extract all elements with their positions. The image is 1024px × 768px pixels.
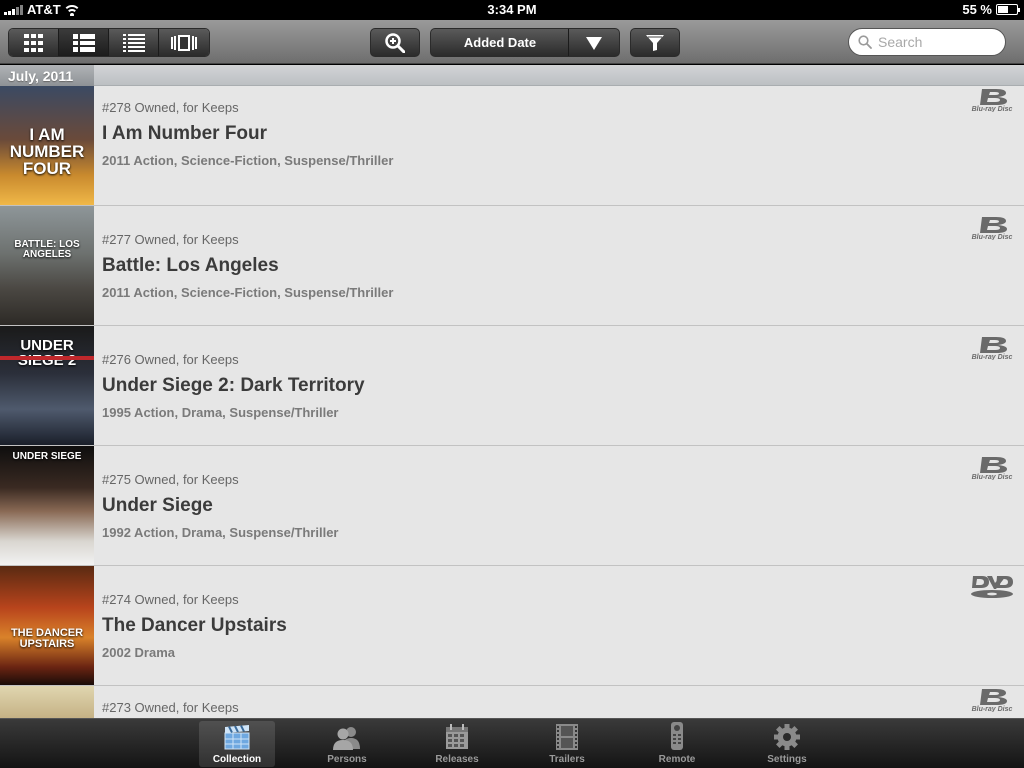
remote-icon <box>671 722 683 750</box>
battery-icon <box>996 4 1020 15</box>
compact-list-icon <box>122 33 145 52</box>
movie-cover: UNDER SIEGE 2 <box>0 326 94 445</box>
cover-title: UNDER SIEGE <box>12 451 82 462</box>
section-header: July, 2011 <box>0 65 1024 86</box>
movie-list[interactable]: July, 2011 I AM NUMBER FOUR #278 Owned, … <box>0 65 1024 718</box>
blu-ray-disc-icon: Blu-ray Disc <box>972 457 1013 480</box>
movie-meta: 2011 Action, Science-Fiction, Suspense/T… <box>102 285 394 300</box>
detail-list-icon <box>72 33 95 52</box>
movie-meta: 2002 Drama <box>102 645 175 660</box>
battery-level <box>998 6 1008 13</box>
calendar-icon <box>446 724 468 749</box>
filter-funnel-icon <box>646 34 664 51</box>
tab-settings[interactable]: Settings <box>749 721 825 767</box>
sort-field-label: Added Date <box>463 35 537 50</box>
cover-title: UNDER SIEGE 2 <box>17 337 77 369</box>
movie-title: Battle: Los Angeles <box>102 255 279 276</box>
sort-divider <box>568 29 569 56</box>
toolbar: Added Date <box>0 20 1024 64</box>
cover-flow-icon <box>171 34 197 51</box>
cover-stripe <box>0 356 94 360</box>
tab-remote[interactable]: Remote <box>639 721 715 767</box>
movie-number-status: #277 Owned, for Keeps <box>102 232 239 247</box>
search-field[interactable] <box>848 28 1006 56</box>
persons-icon <box>333 727 360 750</box>
status-bar: AT&T 3:34 PM 55 % <box>0 0 1024 20</box>
list-item[interactable]: THE DANCER UPSTAIRS #274 Owned, for Keep… <box>0 566 1024 686</box>
cover-title: THE DANCER UPSTAIRS <box>10 627 84 650</box>
list-item[interactable]: UNDER SIEGE 2 #276 Owned, for Keeps Unde… <box>0 326 1024 446</box>
list-item[interactable]: #273 Owned, for Keeps Blu-ray Disc <box>0 686 1024 718</box>
movie-title: The Dancer Upstairs <box>102 615 287 636</box>
movie-number-status: #278 Owned, for Keeps <box>102 100 239 115</box>
filter-button[interactable] <box>630 28 680 57</box>
grid-large-view-button[interactable] <box>9 29 59 56</box>
tab-label: Trailers <box>549 754 585 765</box>
sort-field-button[interactable]: Added Date <box>430 28 620 57</box>
search-icon <box>858 35 872 49</box>
movie-cover: BATTLE: LOS ANGELES <box>0 206 94 325</box>
svg-text:Blu-ray Disc: Blu-ray Disc <box>972 106 1013 112</box>
movie-cover: I AM NUMBER FOUR <box>0 86 94 205</box>
film-strip-icon <box>556 724 578 750</box>
movie-cover: THE DANCER UPSTAIRS <box>0 566 94 685</box>
search-input[interactable] <box>878 34 998 50</box>
movie-number-status: #273 Owned, for Keeps <box>102 700 239 715</box>
blu-ray-disc-icon: Blu-ray Disc <box>972 689 1013 712</box>
movie-title: I Am Number Four <box>102 123 268 144</box>
blu-ray-disc-icon: Blu-ray Disc <box>972 89 1013 112</box>
tab-releases[interactable]: Releases <box>419 721 495 767</box>
gear-icon <box>774 724 800 750</box>
movie-title: Under Siege <box>102 495 213 516</box>
list-item[interactable]: I AM NUMBER FOUR #278 Owned, for Keeps I… <box>0 86 1024 206</box>
tab-label: Persons <box>327 754 367 765</box>
tab-label: Settings <box>767 754 807 765</box>
list-item[interactable]: UNDER SIEGE #275 Owned, for Keeps Under … <box>0 446 1024 566</box>
list-item[interactable]: BATTLE: LOS ANGELES #277 Owned, for Keep… <box>0 206 1024 326</box>
zoom-button[interactable] <box>370 28 420 57</box>
movie-title: Under Siege 2: Dark Territory <box>102 375 365 396</box>
list-detail-view-button[interactable] <box>59 29 109 56</box>
zoom-in-icon <box>385 32 405 53</box>
cover-title: I AM NUMBER FOUR <box>9 125 85 178</box>
tab-collection[interactable]: Collection <box>199 721 275 767</box>
svg-text:Blu-ray Disc: Blu-ray Disc <box>972 354 1013 360</box>
battery-percent: 55 % <box>962 2 992 17</box>
cover-flow-view-button[interactable] <box>159 29 209 56</box>
section-label: July, 2011 <box>0 65 94 86</box>
movie-cover <box>0 686 94 718</box>
svg-text:Blu-ray Disc: Blu-ray Disc <box>972 234 1013 240</box>
tab-trailers[interactable]: Trailers <box>529 721 605 767</box>
clapperboard-icon <box>224 725 250 750</box>
movie-cover: UNDER SIEGE <box>0 446 94 565</box>
movie-meta: 2011 Action, Science-Fiction, Suspense/T… <box>102 153 394 168</box>
sort-direction-icon[interactable] <box>586 37 602 50</box>
tab-label: Collection <box>212 754 262 765</box>
clock: 3:34 PM <box>487 2 537 17</box>
movie-number-status: #274 Owned, for Keeps <box>102 592 239 607</box>
movie-meta: 1992 Action, Drama, Suspense/Thriller <box>102 525 339 540</box>
view-mode-segmented-control <box>8 28 210 57</box>
battery-area: 55 % <box>962 2 1020 17</box>
tab-persons[interactable]: Persons <box>309 721 385 767</box>
cover-title: BATTLE: LOS ANGELES <box>14 239 80 260</box>
svg-text:Blu-ray Disc: Blu-ray Disc <box>972 706 1013 712</box>
movie-number-status: #276 Owned, for Keeps <box>102 352 239 367</box>
dvd-icon <box>971 576 1013 598</box>
list-compact-view-button[interactable] <box>109 29 159 56</box>
tab-label: Remote <box>658 754 696 765</box>
movie-number-status: #275 Owned, for Keeps <box>102 472 239 487</box>
tab-label: Releases <box>435 754 479 765</box>
blu-ray-disc-icon: Blu-ray Disc <box>972 337 1013 360</box>
movie-meta: 1995 Action, Drama, Suspense/Thriller <box>102 405 339 420</box>
svg-text:Blu-ray Disc: Blu-ray Disc <box>972 474 1013 480</box>
grid-icon <box>23 33 43 52</box>
blu-ray-disc-icon: Blu-ray Disc <box>972 217 1013 240</box>
tab-bar: Collection Persons Releases Trailers Rem… <box>0 718 1024 768</box>
